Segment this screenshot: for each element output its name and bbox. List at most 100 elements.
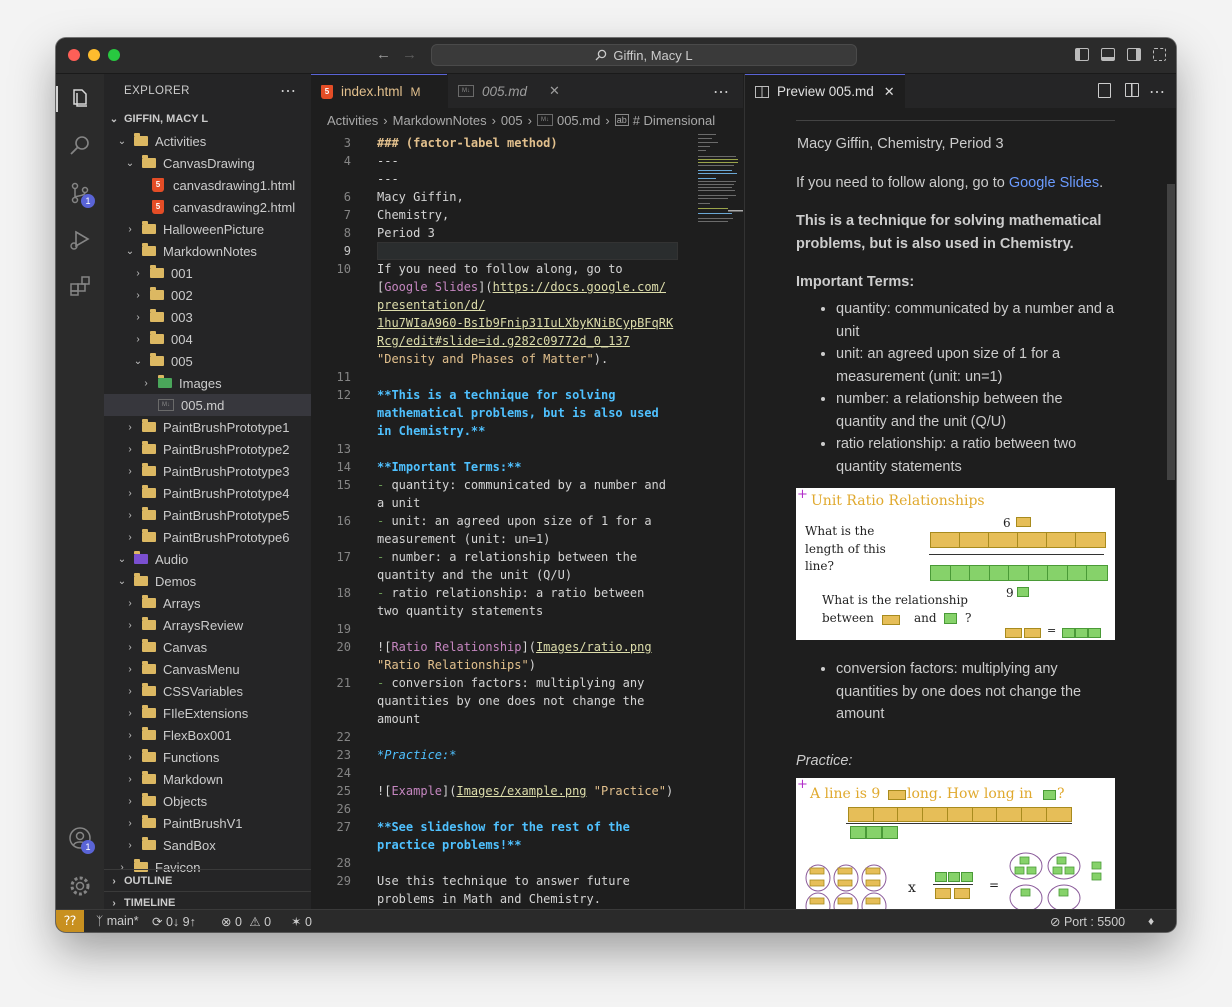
extensions-icon[interactable] xyxy=(68,274,92,298)
preview-scrollbar[interactable] xyxy=(1167,184,1175,480)
code-token: **See slideshow for the rest of the xyxy=(377,820,630,834)
sync-icon: ⟳ xyxy=(152,915,163,929)
tree-item[interactable]: › CSSVariables xyxy=(104,680,311,702)
breadcrumb-item[interactable]: MarkdownNotes xyxy=(393,113,487,128)
folder-icon xyxy=(142,683,156,696)
tree-item[interactable]: › PaintBrushPrototype4 xyxy=(104,482,311,504)
manage-gear-icon[interactable] xyxy=(68,874,92,898)
run-debug-icon[interactable] xyxy=(68,227,92,251)
code-token: amount xyxy=(377,712,421,726)
html5-icon: 5 xyxy=(321,84,333,99)
tree-item[interactable]: ⌄ Demos xyxy=(104,570,311,592)
tab-005-md[interactable]: M↓ 005.md ✕ xyxy=(447,74,571,108)
tree-item[interactable]: › ArraysReview xyxy=(104,614,311,636)
close-tab-icon[interactable]: ✕ xyxy=(549,83,560,99)
broadcast-icon: ✶ xyxy=(291,915,302,929)
tree-item[interactable]: › PaintBrushV1 xyxy=(104,812,311,834)
tree-item[interactable]: ⌄ MarkdownNotes xyxy=(104,240,311,262)
close-window-button[interactable] xyxy=(68,49,80,61)
tree-item[interactable]: › CanvasMenu xyxy=(104,658,311,680)
tree-item[interactable]: › FIleExtensions xyxy=(104,702,311,724)
ports-status[interactable]: ✶ 0 xyxy=(291,914,312,929)
close-tab-icon[interactable]: ✕ xyxy=(884,84,895,100)
editor-more-actions-icon[interactable]: ⋯ xyxy=(713,82,729,102)
breadcrumb-item[interactable]: 005 xyxy=(501,113,523,128)
sync-status[interactable]: ⟳ 0↓ 9↑ xyxy=(152,914,196,929)
forward-arrow-icon[interactable]: → xyxy=(402,46,417,63)
tree-item[interactable]: › PaintBrushPrototype5 xyxy=(104,504,311,526)
toggle-primary-sidebar-icon[interactable] xyxy=(1075,48,1089,61)
tree-item[interactable]: M↓ 005.md xyxy=(104,394,311,416)
more-actions-icon[interactable]: ⋯ xyxy=(280,81,297,101)
code-editor[interactable]: 3 ### (factor-label method) 4 --- --- 6 Macy G… xyxy=(311,132,743,909)
tree-item[interactable]: 5 canvasdrawing2.html xyxy=(104,196,311,218)
open-source-icon[interactable] xyxy=(1098,83,1111,98)
remote-indicator[interactable]: ⁇ xyxy=(56,910,84,932)
breadcrumb: Activities › MarkdownNotes › 005 › M↓ 00… xyxy=(311,108,743,132)
tree-item[interactable]: › Markdown xyxy=(104,768,311,790)
live-server-status[interactable]: ⊘ Port : 5500 xyxy=(1050,914,1125,929)
toggle-panel-icon[interactable] xyxy=(1101,48,1115,61)
tree-item[interactable]: › PaintBrushPrototype6 xyxy=(104,526,311,548)
chevron-right-icon: › xyxy=(128,531,132,543)
timeline-section[interactable]: › TIMELINE xyxy=(104,891,311,909)
google-slides-link[interactable]: Google Slides xyxy=(1009,175,1099,191)
notifications-bell-icon[interactable]: ♦ xyxy=(1148,914,1154,928)
tree-item[interactable]: › 004 xyxy=(104,328,311,350)
code-line: 1hu7WIaA960-BsIb9Fnip31IuLXbyKNiBCypBFqR… xyxy=(377,314,673,332)
code-token: ) xyxy=(666,784,674,798)
tree-item[interactable]: ⌄ Activities xyxy=(104,130,311,152)
accounts-badge: 1 xyxy=(81,840,95,854)
code-line: Macy Giffin, xyxy=(377,188,464,206)
minimize-window-button[interactable] xyxy=(88,49,100,61)
outline-section[interactable]: › OUTLINE xyxy=(104,869,311,892)
tree-item[interactable]: › Images xyxy=(104,372,311,394)
customize-layout-icon[interactable] xyxy=(1153,48,1166,61)
tree-item[interactable]: ⌄ Audio xyxy=(104,548,311,570)
tree-item[interactable]: › SandBox xyxy=(104,834,311,856)
command-center[interactable]: Giffin, Macy L xyxy=(431,44,857,66)
tab-preview-005-md[interactable]: Preview 005.md ✕ xyxy=(745,74,905,108)
tree-item[interactable]: › PaintBrushPrototype3 xyxy=(104,460,311,482)
line-number: 14 xyxy=(336,460,351,474)
zoom-window-button[interactable] xyxy=(108,49,120,61)
tree-item[interactable]: › Objects xyxy=(104,790,311,812)
breadcrumb-item[interactable]: # Dimensional xyxy=(633,113,715,128)
tree-item[interactable]: › Arrays xyxy=(104,592,311,614)
folder-icon xyxy=(150,331,164,344)
preview-more-actions-icon[interactable]: ⋯ xyxy=(1149,82,1165,102)
code-line: in Chemistry.** xyxy=(377,422,485,440)
tree-item[interactable]: › HalloweenPicture xyxy=(104,218,311,240)
workspace-folder-header[interactable]: ⌄ GIFFIN, MACY L xyxy=(104,108,311,130)
breadcrumb-item[interactable]: Activities xyxy=(327,113,378,128)
explorer-icon[interactable] xyxy=(68,86,92,110)
tree-item[interactable]: ⌄ 005 xyxy=(104,350,311,372)
folder-icon xyxy=(142,639,156,652)
tree-item[interactable]: › Canvas xyxy=(104,636,311,658)
back-arrow-icon[interactable]: ← xyxy=(376,46,391,63)
ratio-equals: = xyxy=(1047,624,1057,637)
branch-status[interactable]: ᛉ main* xyxy=(96,914,139,928)
tree-item-label: canvasdrawing1.html xyxy=(173,177,296,193)
tree-item[interactable]: ⌄ CanvasDrawing xyxy=(104,152,311,174)
tree-item[interactable]: 5 canvasdrawing1.html xyxy=(104,174,311,196)
tree-item[interactable]: › 003 xyxy=(104,306,311,328)
split-editor-icon[interactable] xyxy=(1125,83,1139,97)
tab-index-html[interactable]: 5 index.html M xyxy=(311,74,447,108)
tree-item[interactable]: › FlexBox001 xyxy=(104,724,311,746)
sync-counts: 0↓ 9↑ xyxy=(165,915,196,929)
problems-status[interactable]: ⊗ 0 ⚠ 0 xyxy=(221,914,271,929)
code-line: "Ratio Relationships") xyxy=(377,656,536,674)
tree-item[interactable]: › PaintBrushPrototype1 xyxy=(104,416,311,438)
tree-item[interactable]: › 001 xyxy=(104,262,311,284)
tree-item[interactable]: › 002 xyxy=(104,284,311,306)
breadcrumb-item[interactable]: 005.md xyxy=(557,113,600,128)
toggle-secondary-sidebar-icon[interactable] xyxy=(1127,48,1141,61)
tree-item[interactable]: › Functions xyxy=(104,746,311,768)
search-view-icon[interactable] xyxy=(68,134,92,158)
minimap[interactable] xyxy=(698,132,743,232)
no-entry-icon: ⊘ xyxy=(1050,915,1061,929)
unit-square-green xyxy=(961,872,973,882)
code-line: two quantity statements xyxy=(377,602,543,620)
tree-item[interactable]: › PaintBrushPrototype2 xyxy=(104,438,311,460)
